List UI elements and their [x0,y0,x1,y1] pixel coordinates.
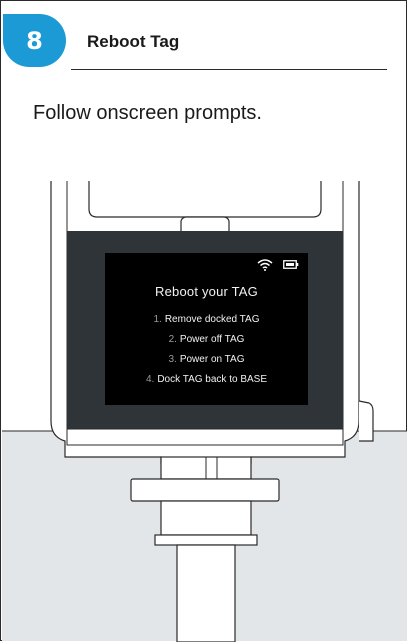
reboot-steps-list: 1. Remove docked TAG 2. Power off TAG 3.… [105,310,308,390]
reboot-step: 2. Power off TAG [105,330,308,350]
step-text: Remove docked TAG [164,314,260,325]
step-text: Power on TAG [179,354,245,365]
connector-collar [130,478,280,502]
reboot-step: 3. Power on TAG [105,350,308,370]
step-index: 1. [153,314,162,325]
step-number: 8 [26,26,43,55]
step-index: 3. [168,354,177,365]
title-divider [71,69,387,70]
step-index: 4. [145,374,155,385]
step-card: 8 Reboot Tag Follow onscreen prompts. Re… [0,0,407,642]
step-text: Power off TAG [179,334,245,345]
screen-title: Reboot your TAG [155,284,258,299]
wifi-icon [257,259,273,271]
step-number-badge: 8 [3,14,66,67]
step-title: Reboot Tag [87,32,180,51]
step-text: Dock TAG back to BASE [157,374,268,385]
reboot-step: 4. Dock TAG back to BASE [105,370,308,390]
battery-icon [283,260,299,269]
stand-pole [176,544,236,642]
device-screen: Reboot your TAG 1. Remove docked TAG 2. … [105,253,308,405]
step-index: 2. [168,334,177,345]
tag-device-illustration [2,181,407,642]
reboot-step: 1. Remove docked TAG [105,310,308,330]
instruction-text: Follow onscreen prompts. [33,102,262,124]
